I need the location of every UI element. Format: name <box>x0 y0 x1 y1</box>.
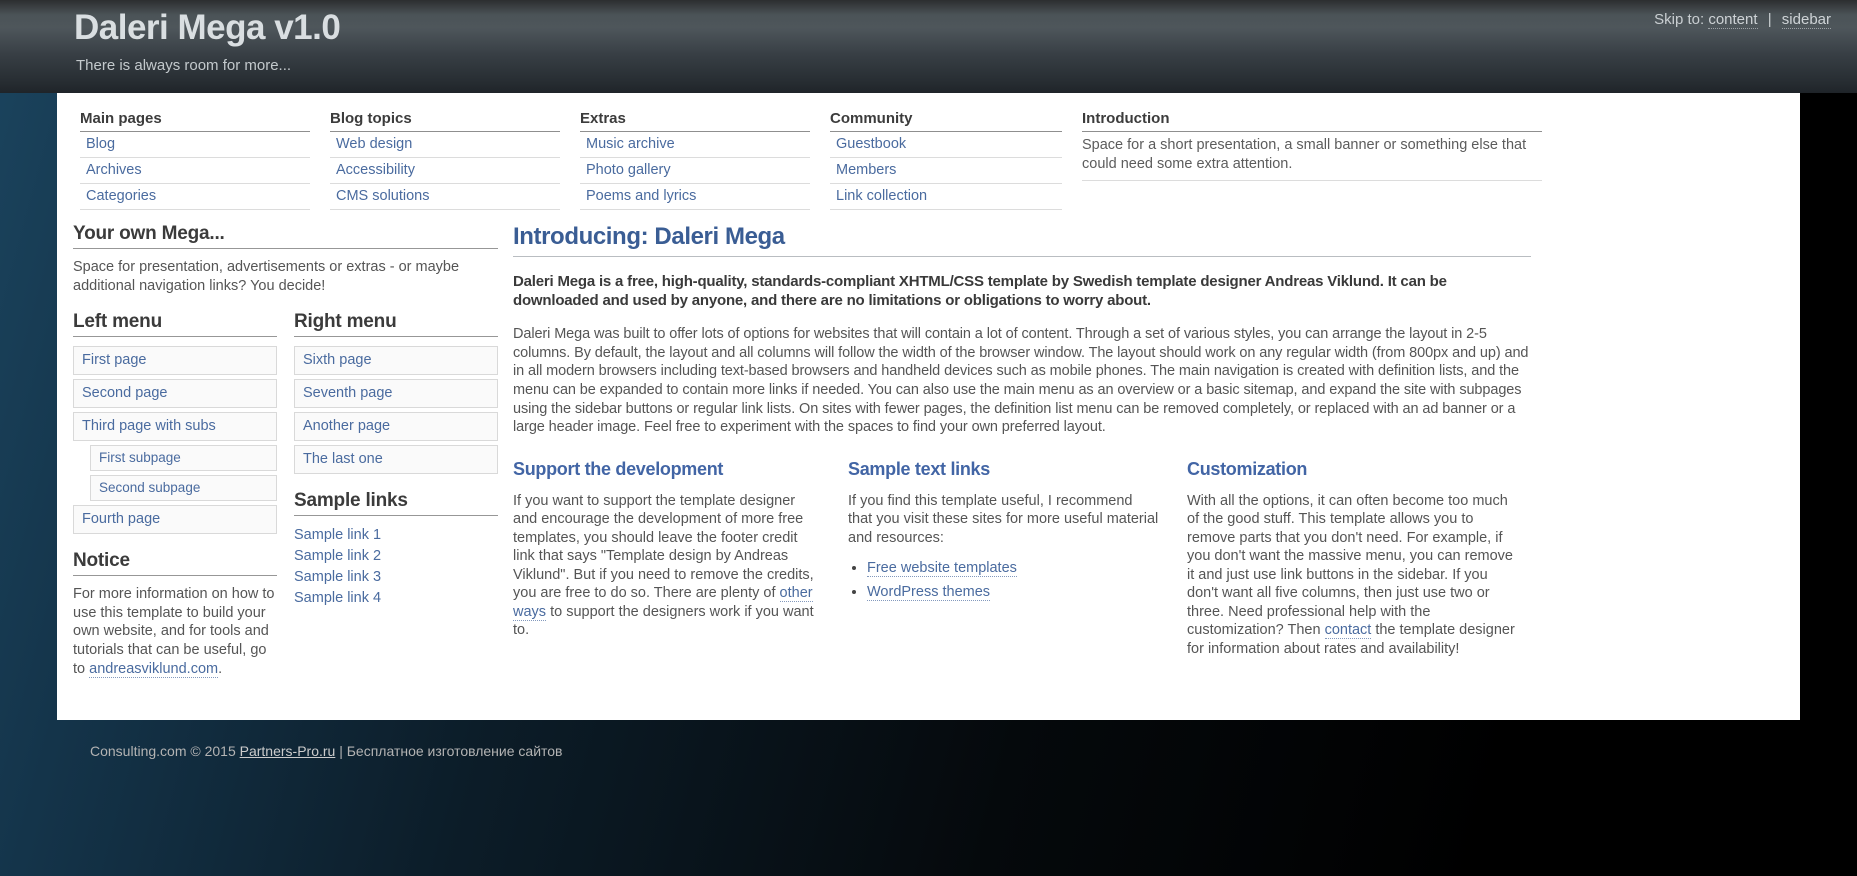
nav-column-title: Community <box>830 108 1062 132</box>
nav-link-guestbook[interactable]: Guestbook <box>830 132 1062 158</box>
contact-link[interactable]: contact <box>1325 622 1372 639</box>
footer-copyright-text: Consulting.com © 2015 <box>90 743 240 759</box>
support-text-before: If you want to support the template desi… <box>513 493 814 602</box>
list-item: WordPress themes <box>867 584 1160 600</box>
skip-links-bar: Skip to: content | sidebar <box>1654 11 1831 28</box>
customization-title: Customization <box>1187 459 1522 480</box>
site-header: Daleri Mega v1.0 There is always room fo… <box>0 0 1857 93</box>
support-column: Support the development If you want to s… <box>513 454 821 659</box>
support-text-after: to support the designers work if you wan… <box>513 604 814 639</box>
menu-button-the-last-one[interactable]: The last one <box>294 445 498 474</box>
page-title: Introducing: Daleri Mega <box>513 223 1531 257</box>
nav-link-photo-gallery[interactable]: Photo gallery <box>580 158 810 184</box>
nav-link-accessibility[interactable]: Accessibility <box>330 158 560 184</box>
free-website-templates-link[interactable]: Free website templates <box>867 560 1017 577</box>
menu-button-seventh-page[interactable]: Seventh page <box>294 379 498 408</box>
customization-text-before: With all the options, it can often becom… <box>1187 493 1513 639</box>
main-content: Introducing: Daleri Mega Daleri Mega is … <box>513 223 1531 694</box>
sample-text-links-list: Free website templates WordPress themes <box>867 560 1160 600</box>
menu-button-second-subpage[interactable]: Second subpage <box>90 475 277 501</box>
andreasviklund-link[interactable]: andreasviklund.com <box>89 661 218 678</box>
introduction-text: Space for a short presentation, a small … <box>1082 132 1542 181</box>
site-footer: Consulting.com © 2015 Partners-Pro.ru | … <box>57 720 1800 759</box>
main-bottom-columns: Support the development If you want to s… <box>513 454 1531 659</box>
skip-to-sidebar-link[interactable]: sidebar <box>1782 11 1831 29</box>
sample-link-1[interactable]: Sample link 1 <box>294 525 498 546</box>
nav-column-title: Blog topics <box>330 108 560 132</box>
wordpress-themes-link[interactable]: WordPress themes <box>867 584 990 601</box>
left-menu: First page Second page Third page with s… <box>73 346 277 534</box>
nav-column-title: Introduction <box>1082 108 1542 132</box>
notice-title: Notice <box>73 550 277 576</box>
sample-text-links-column: Sample text links If you find this templ… <box>848 454 1160 659</box>
nav-column-title: Main pages <box>80 108 310 132</box>
support-title: Support the development <box>513 459 821 480</box>
nav-column-community: Community Guestbook Members Link collect… <box>830 108 1062 210</box>
left-menu-title: Left menu <box>73 311 277 337</box>
sidebar-right-column: Right menu Sixth page Seventh page Anoth… <box>294 311 498 694</box>
site-tagline: There is always room for more... <box>76 57 291 74</box>
sample-link-4[interactable]: Sample link 4 <box>294 588 498 609</box>
partners-pro-link[interactable]: Partners-Pro.ru <box>240 743 336 759</box>
notice-text: For more information on how to use this … <box>73 585 277 679</box>
nav-link-link-collection[interactable]: Link collection <box>830 184 1062 210</box>
content-wrapper: Main pages Blog Archives Categories Blog… <box>57 93 1800 720</box>
nav-column-introduction: Introduction Space for a short presentat… <box>1082 108 1542 210</box>
main-navigation: Main pages Blog Archives Categories Blog… <box>73 108 1778 210</box>
menu-button-another-page[interactable]: Another page <box>294 412 498 441</box>
nav-column-extras: Extras Music archive Photo gallery Poems… <box>580 108 810 210</box>
sample-text-links-text: If you find this template useful, I reco… <box>848 492 1160 548</box>
skip-to-content-link[interactable]: content <box>1708 11 1757 29</box>
menu-button-third-page-with-subs[interactable]: Third page with subs <box>73 412 277 441</box>
support-text: If you want to support the template desi… <box>513 492 821 640</box>
nav-link-music-archive[interactable]: Music archive <box>580 132 810 158</box>
right-menu: Sixth page Seventh page Another page The… <box>294 346 498 474</box>
sample-link-2[interactable]: Sample link 2 <box>294 546 498 567</box>
nav-link-web-design[interactable]: Web design <box>330 132 560 158</box>
sample-links-list: Sample link 1 Sample link 2 Sample link … <box>294 525 498 609</box>
menu-button-fourth-page[interactable]: Fourth page <box>73 505 277 534</box>
nav-column-title: Extras <box>580 108 810 132</box>
sidebar: Your own Mega... Space for presentation,… <box>73 223 498 694</box>
nav-link-archives[interactable]: Archives <box>80 158 310 184</box>
notice-text-after: . <box>218 661 222 677</box>
sidebar-mega-title: Your own Mega... <box>73 223 498 249</box>
site-title: Daleri Mega v1.0 <box>74 8 340 48</box>
nav-link-categories[interactable]: Categories <box>80 184 310 210</box>
sidebar-left-column: Left menu First page Second page Third p… <box>73 311 277 694</box>
nav-link-poems-and-lyrics[interactable]: Poems and lyrics <box>580 184 810 210</box>
nav-link-cms-solutions[interactable]: CMS solutions <box>330 184 560 210</box>
menu-button-first-page[interactable]: First page <box>73 346 277 375</box>
menu-button-second-page[interactable]: Second page <box>73 379 277 408</box>
body-paragraph: Daleri Mega was built to offer lots of o… <box>513 325 1531 436</box>
menu-button-first-subpage[interactable]: First subpage <box>90 445 277 471</box>
sidebar-columns: Left menu First page Second page Third p… <box>73 311 498 694</box>
nav-column-blog-topics: Blog topics Web design Accessibility CMS… <box>330 108 560 210</box>
sidebar-mega-text: Space for presentation, advertisements o… <box>73 258 498 296</box>
sample-text-links-title: Sample text links <box>848 459 1160 480</box>
nav-column-main-pages: Main pages Blog Archives Categories <box>80 108 310 210</box>
menu-button-sixth-page[interactable]: Sixth page <box>294 346 498 375</box>
page: Daleri Mega v1.0 There is always room fo… <box>0 0 1857 876</box>
sample-links-title: Sample links <box>294 490 498 516</box>
nav-link-blog[interactable]: Blog <box>80 132 310 158</box>
list-item: Free website templates <box>867 560 1160 576</box>
customization-text: With all the options, it can often becom… <box>1187 492 1522 659</box>
sample-link-3[interactable]: Sample link 3 <box>294 567 498 588</box>
intro-paragraph: Daleri Mega is a free, high-quality, sta… <box>513 272 1531 310</box>
skip-label: Skip to: <box>1654 11 1704 28</box>
customization-column: Customization With all the options, it c… <box>1187 454 1522 659</box>
footer-suffix-text: | Бесплатное изготовление сайтов <box>335 743 562 759</box>
nav-link-members[interactable]: Members <box>830 158 1062 184</box>
skip-separator: | <box>1768 11 1772 28</box>
right-menu-title: Right menu <box>294 311 498 337</box>
columns-row: Your own Mega... Space for presentation,… <box>73 223 1778 694</box>
